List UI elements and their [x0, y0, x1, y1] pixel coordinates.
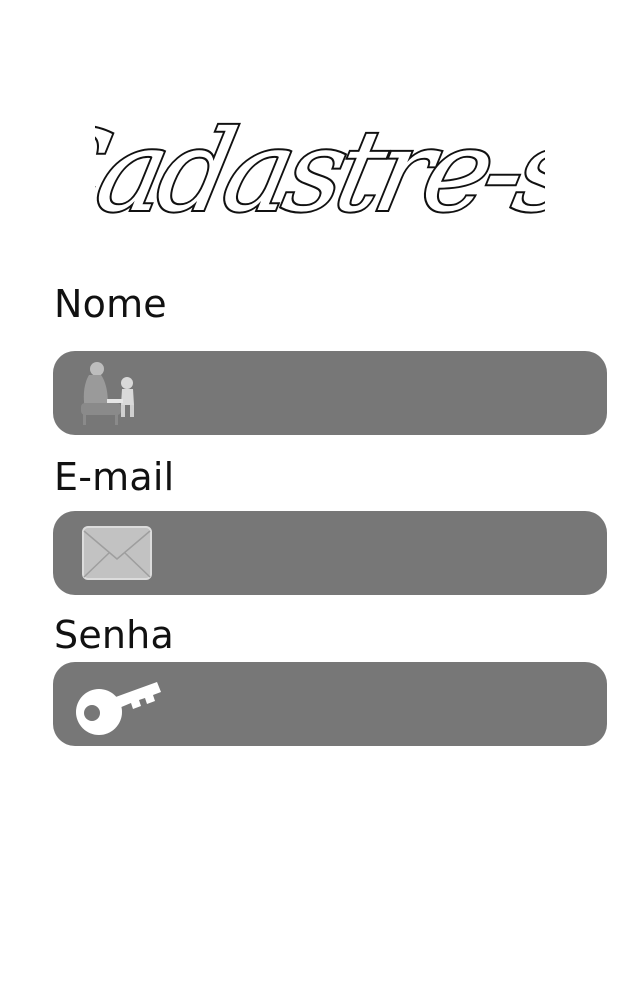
page-title-graphic: Cadastre-se — [95, 104, 545, 239]
envelope-icon — [82, 526, 152, 580]
email-label: E-mail — [54, 455, 175, 499]
name-input[interactable] — [163, 351, 587, 437]
name-label: Nome — [54, 282, 167, 326]
email-field[interactable] — [53, 511, 607, 597]
password-label: Senha — [54, 613, 174, 657]
name-field[interactable] — [53, 351, 607, 437]
email-input[interactable] — [163, 511, 587, 597]
key-icon — [76, 682, 161, 735]
person-at-desk-icon — [81, 362, 134, 425]
password-input[interactable] — [163, 662, 587, 748]
page-title-text: Cadastre-se — [95, 106, 545, 237]
page-title: Cadastre-se — [95, 82, 545, 242]
password-field[interactable] — [53, 662, 607, 748]
